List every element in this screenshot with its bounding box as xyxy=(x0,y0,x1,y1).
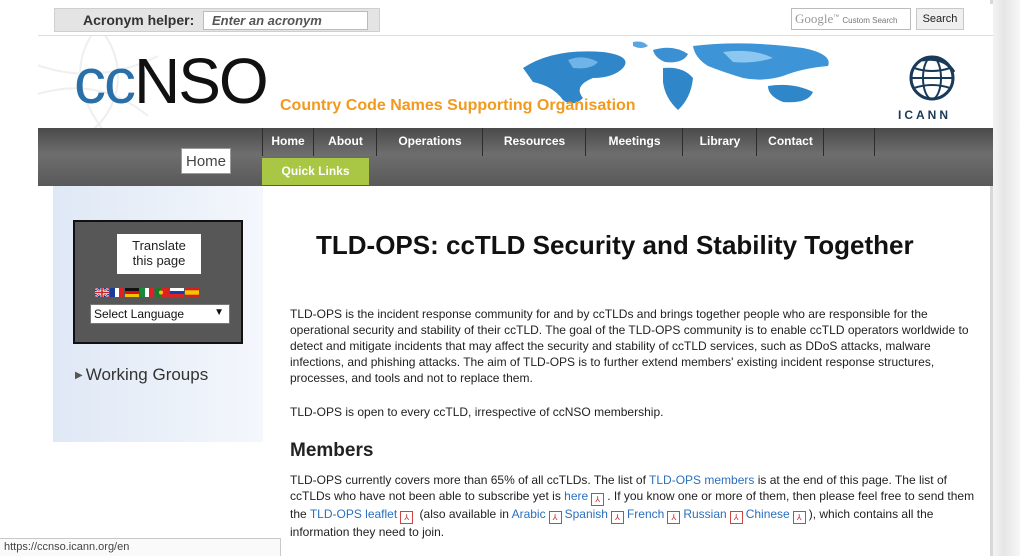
page-shadow xyxy=(993,0,1020,556)
acronym-input[interactable]: Enter an acronym xyxy=(203,11,368,30)
search-button[interactable]: Search xyxy=(916,8,964,30)
language-select-value: Select Language xyxy=(94,307,185,321)
nav-library[interactable]: Library xyxy=(684,128,757,156)
site-header: ccNSO Country Code Names Supporting Orga… xyxy=(38,36,993,128)
spain-flag-icon[interactable] xyxy=(185,288,199,297)
intro-paragraph: TLD-OPS is the incident response communi… xyxy=(290,307,969,385)
logo-nso: NSO xyxy=(134,45,269,117)
membership-paragraph: TLD-OPS is open to every ccTLD, irrespec… xyxy=(290,405,664,419)
expand-triangle-icon: ▶ xyxy=(75,370,83,381)
working-groups-label: Working Groups xyxy=(85,365,209,384)
members-paragraph: TLD-OPS currently covers more than 65% o… xyxy=(290,472,980,540)
pdf-icon: ⅄ xyxy=(792,511,806,524)
ccnso-logo[interactable]: ccNSO xyxy=(74,45,269,117)
site-tagline: Country Code Names Supporting Organisati… xyxy=(280,97,636,114)
italy-flag-icon[interactable] xyxy=(140,288,154,297)
tld-ops-leaflet-link[interactable]: TLD-OPS leaflet xyxy=(310,507,397,521)
leaflet-spanish-link[interactable]: Spanish xyxy=(565,507,608,521)
top-utility-bar: Acronym helper: Enter an acronym Google™… xyxy=(38,4,993,36)
pdf-icon: ⅄ xyxy=(729,511,743,524)
pdf-icon: ⅄ xyxy=(591,493,605,506)
nav-contact[interactable]: Contact xyxy=(758,128,824,156)
tld-ops-members-link[interactable]: TLD-OPS members xyxy=(649,473,754,487)
language-flags xyxy=(95,288,199,297)
main-navigation: Home Home About Operations Resources Mee… xyxy=(38,128,993,186)
page-title: TLD-OPS: ccTLD Security and Stability To… xyxy=(316,230,914,260)
quick-links-tab[interactable]: Quick Links xyxy=(262,158,369,185)
not-subscribed-list-link[interactable]: here xyxy=(564,489,588,503)
pdf-icon: ⅄ xyxy=(400,511,414,524)
icann-globe-icon xyxy=(909,55,956,101)
pdf-icon: ⅄ xyxy=(610,511,624,524)
members-heading: Members xyxy=(290,440,374,461)
google-search-input[interactable]: Google™ Custom Search xyxy=(791,8,911,30)
portugal-flag-icon[interactable] xyxy=(155,288,169,297)
translate-label: Translate this page xyxy=(117,234,201,274)
translate-widget: Translate this page Select Language ▼ xyxy=(73,220,243,344)
members-text-d: (also available in xyxy=(416,507,512,521)
nav-empty-slot xyxy=(825,128,875,156)
leaflet-french-link[interactable]: French xyxy=(627,507,664,521)
leaflet-russian-link[interactable]: Russian xyxy=(683,507,726,521)
translate-line-2: this page xyxy=(132,253,186,268)
breadcrumb-home[interactable]: Home xyxy=(181,148,231,174)
nav-home[interactable]: Home xyxy=(262,128,314,156)
dropdown-arrow-icon: ▼ xyxy=(214,307,224,318)
nav-operations[interactable]: Operations xyxy=(378,128,483,156)
nav-resources[interactable]: Resources xyxy=(484,128,586,156)
browser-page: Acronym helper: Enter an acronym Google™… xyxy=(0,0,1020,556)
leaflet-chinese-link[interactable]: Chinese xyxy=(746,507,790,521)
working-groups-link[interactable]: ▶ Working Groups xyxy=(75,365,208,385)
pdf-icon: ⅄ xyxy=(667,511,681,524)
nav-about[interactable]: About xyxy=(315,128,377,156)
france-flag-icon[interactable] xyxy=(110,288,124,297)
acronym-label: Acronym helper: xyxy=(83,12,195,28)
icann-logo-text[interactable]: ICANN xyxy=(898,108,951,122)
nav-meetings[interactable]: Meetings xyxy=(587,128,683,156)
leaflet-arabic-link[interactable]: Arabic xyxy=(512,507,546,521)
russia-flag-icon[interactable] xyxy=(170,288,184,297)
pdf-icon: ⅄ xyxy=(548,511,562,524)
browser-status-bar: https://ccnso.icann.org/en xyxy=(0,538,281,556)
acronym-helper: Acronym helper: Enter an acronym xyxy=(54,8,380,32)
logo-cc: cc xyxy=(74,45,136,117)
uk-flag-icon[interactable] xyxy=(95,288,109,297)
sidebar: Translate this page Select Language ▼ ▶ W… xyxy=(53,186,263,442)
members-text-a: TLD-OPS currently covers more than 65% o… xyxy=(290,473,650,487)
custom-search-label: Custom Search xyxy=(842,16,898,25)
translate-line-1: Translate xyxy=(132,238,186,253)
germany-flag-icon[interactable] xyxy=(125,288,139,297)
language-select[interactable]: Select Language ▼ xyxy=(90,304,230,324)
google-brand: Google xyxy=(795,11,834,26)
